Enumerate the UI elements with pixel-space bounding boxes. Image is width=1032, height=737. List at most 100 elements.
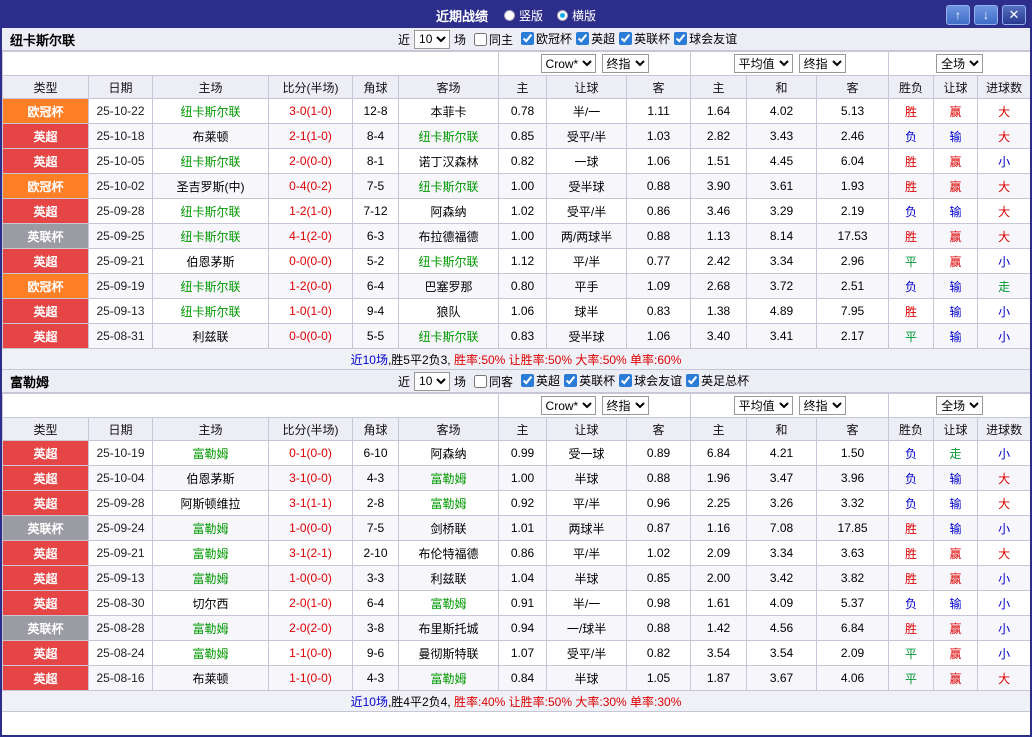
average-select[interactable]: 平均值 — [734, 54, 793, 73]
avg-home-odds: 2.42 — [691, 249, 747, 274]
goals-result: 大 — [978, 99, 1031, 124]
bookmaker-select[interactable]: Crow* — [541, 54, 596, 73]
column-header: 让球 — [547, 76, 627, 99]
league-filter[interactable]: 英联杯 — [564, 372, 615, 389]
avg-home-odds: 1.13 — [691, 224, 747, 249]
column-header: 让球 — [934, 418, 978, 441]
average-stage-select[interactable]: 终指 — [799, 54, 846, 73]
handicap-result: 输 — [934, 324, 978, 349]
match-date: 25-10-22 — [89, 99, 153, 124]
match-score: 2-0(0-0) — [269, 149, 353, 174]
avg-home-odds: 2.82 — [691, 124, 747, 149]
vertical-layout-radio[interactable]: 竖版 — [504, 7, 543, 24]
summary-row: 近10场,胜5平2负3, 胜率:50% 让胜率:50% 大率:50% 单率:60… — [2, 349, 1030, 370]
filter-bar: 近 10 场 同客 英超英联杯球会友谊英足总杯 — [398, 372, 749, 391]
match-score: 2-0(2-0) — [269, 616, 353, 641]
match-result: 胜 — [889, 99, 934, 124]
match-date: 25-08-16 — [89, 666, 153, 691]
handicap-result: 赢 — [934, 541, 978, 566]
avg-draw-odds: 3.26 — [747, 491, 817, 516]
league-filter[interactable]: 球会友谊 — [619, 372, 682, 389]
match-count-select[interactable]: 10 — [414, 372, 450, 391]
match-count-select[interactable]: 10 — [414, 30, 450, 49]
titlebar: 近期战绩 竖版横版 ↑ ↓ ✕ — [2, 2, 1030, 28]
away-team: 富勒姆 — [399, 491, 499, 516]
league-filter[interactable]: 英联杯 — [619, 30, 670, 47]
bookmaker-stage-select[interactable]: 终指 — [602, 396, 649, 415]
summary-segment: 让胜率:50% — [509, 351, 576, 368]
move-down-button[interactable]: ↓ — [974, 5, 998, 25]
league-badge: 英超 — [3, 466, 89, 491]
column-header: 客 — [817, 76, 889, 99]
home-odds: 0.84 — [499, 666, 547, 691]
scope-select[interactable]: 全场 — [936, 54, 983, 73]
league-checkbox[interactable] — [521, 32, 534, 45]
league-filter[interactable]: 英超 — [521, 372, 560, 389]
column-header: 客 — [817, 418, 889, 441]
corners: 7-5 — [353, 516, 399, 541]
handicap-line: 受一球 — [547, 441, 627, 466]
league-filter[interactable]: 英超 — [576, 30, 615, 47]
match-score: 2-1(1-0) — [269, 124, 353, 149]
league-checkbox[interactable] — [521, 374, 534, 387]
handicap-result: 赢 — [934, 174, 978, 199]
league-checkbox[interactable] — [686, 374, 699, 387]
team-section: 富勒姆 近 10 场 同客 英超英联杯球会友谊英足总杯 Crow*终指平均值终指… — [2, 370, 1030, 712]
average-select[interactable]: 平均值 — [734, 396, 793, 415]
league-filters: 欧冠杯 英超英联杯球会友谊 — [517, 30, 737, 48]
column-header: 客 — [627, 418, 691, 441]
league-checkbox[interactable] — [576, 32, 589, 45]
avg-away-odds: 17.85 — [817, 516, 889, 541]
bookmaker-stage-select[interactable]: 终指 — [602, 54, 649, 73]
move-up-button[interactable]: ↑ — [946, 5, 970, 25]
goals-result: 小 — [978, 441, 1031, 466]
avg-away-odds: 6.04 — [817, 149, 889, 174]
home-team: 富勒姆 — [153, 616, 269, 641]
league-filter[interactable]: 英足总杯 — [686, 372, 749, 389]
column-header: 类型 — [3, 418, 89, 441]
away-odds: 0.88 — [627, 466, 691, 491]
goals-result: 小 — [978, 324, 1031, 349]
home-odds: 1.00 — [499, 466, 547, 491]
goals-result: 小 — [978, 566, 1031, 591]
goals-result: 小 — [978, 249, 1031, 274]
close-button[interactable]: ✕ — [1002, 5, 1026, 25]
match-score: 0-1(0-0) — [269, 441, 353, 466]
column-header: 胜负 — [889, 76, 934, 99]
match-row: 英超25-08-16布莱顿1-1(0-0)4-3富勒姆0.84半球1.051.8… — [3, 666, 1031, 691]
column-header: 角球 — [353, 418, 399, 441]
goals-result: 小 — [978, 616, 1031, 641]
avg-away-odds: 3.82 — [817, 566, 889, 591]
filter-bar: 近 10 场 同主 欧冠杯英超英联杯球会友谊 — [398, 30, 737, 49]
home-odds: 1.04 — [499, 566, 547, 591]
league-checkbox[interactable] — [619, 32, 632, 45]
horizontal-layout-radio[interactable]: 横版 — [557, 7, 596, 24]
handicap-result: 赢 — [934, 566, 978, 591]
league-filter[interactable]: 球会友谊 — [674, 30, 737, 47]
same-venue-filter[interactable]: 同客 — [474, 373, 513, 390]
same-venue-checkbox[interactable] — [474, 375, 487, 388]
league-filter-label: 英超 — [591, 30, 615, 47]
league-checkbox[interactable] — [619, 374, 632, 387]
same-venue-filter[interactable]: 同主 — [474, 31, 513, 48]
home-team: 富勒姆 — [153, 441, 269, 466]
avg-home-odds: 3.90 — [691, 174, 747, 199]
summary-segment: 单率:60% — [630, 351, 681, 368]
bookmaker-select[interactable]: Crow* — [541, 396, 596, 415]
goals-result: 大 — [978, 466, 1031, 491]
same-venue-checkbox[interactable] — [474, 33, 487, 46]
scope-select[interactable]: 全场 — [936, 396, 983, 415]
avg-home-odds: 1.38 — [691, 299, 747, 324]
avg-away-odds: 3.96 — [817, 466, 889, 491]
summary-segment: ,胜4平2负4, — [388, 693, 454, 710]
average-stage-select[interactable]: 终指 — [799, 396, 846, 415]
league-checkbox[interactable] — [564, 374, 577, 387]
away-odds: 1.11 — [627, 99, 691, 124]
league-checkbox[interactable] — [674, 32, 687, 45]
match-date: 25-08-31 — [89, 324, 153, 349]
league-filter[interactable]: 欧冠杯 — [521, 30, 572, 47]
odds-dropdown-cell: Crow* 终指 — [499, 52, 691, 76]
column-header: 比分(半场) — [269, 418, 353, 441]
home-odds: 0.78 — [499, 99, 547, 124]
match-row: 英超25-10-04伯恩茅斯3-1(0-0)4-3富勒姆1.00半球0.881.… — [3, 466, 1031, 491]
